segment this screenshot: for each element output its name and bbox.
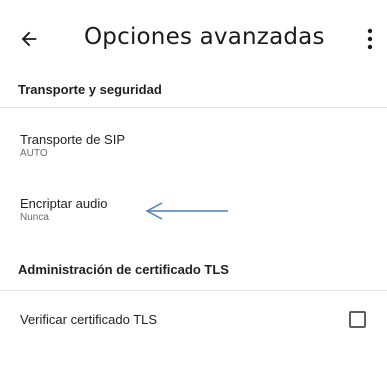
arrow-left-icon bbox=[21, 31, 37, 47]
section-header-transport-security: Transporte y seguridad bbox=[18, 82, 162, 97]
more-vert-icon bbox=[367, 28, 373, 50]
overflow-menu-button[interactable] bbox=[360, 24, 380, 54]
pref-summary: Nunca bbox=[20, 212, 49, 223]
page-title: Opciones avanzadas bbox=[84, 24, 325, 50]
back-button[interactable] bbox=[12, 22, 46, 56]
divider bbox=[0, 290, 387, 291]
pref-verify-tls-certificate[interactable]: Verificar certificado TLS bbox=[0, 298, 387, 342]
verify-tls-checkbox[interactable] bbox=[349, 311, 366, 328]
divider bbox=[0, 107, 387, 108]
section-header-tls-certificate: Administración de certificado TLS bbox=[18, 262, 229, 277]
pref-title: Verificar certificado TLS bbox=[20, 312, 158, 327]
pref-title: Encriptar audio bbox=[20, 196, 108, 211]
pref-title: Transporte de SIP bbox=[20, 132, 126, 147]
pref-summary: AUTO bbox=[20, 148, 48, 159]
pref-sip-transport[interactable]: Transporte de SIP AUTO bbox=[0, 122, 387, 174]
left-arrow-annotation-icon bbox=[145, 202, 228, 220]
app-bar: Opciones avanzadas bbox=[0, 0, 387, 76]
